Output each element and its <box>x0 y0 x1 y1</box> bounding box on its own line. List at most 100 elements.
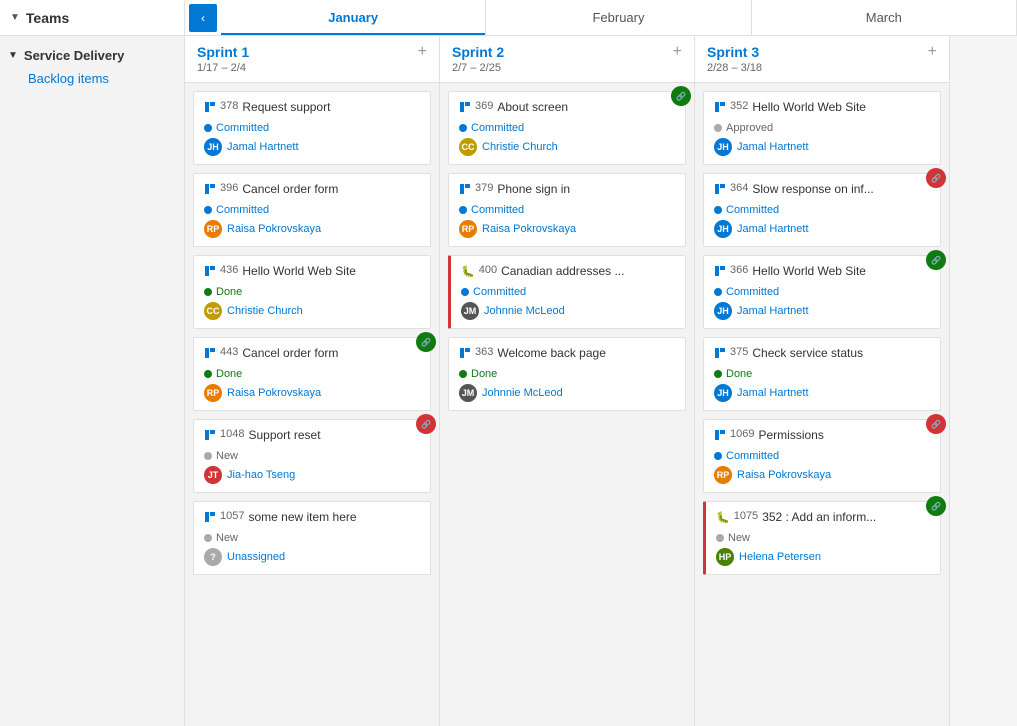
avatar: JH <box>714 220 732 238</box>
card-top: 378Request support <box>204 100 420 116</box>
card[interactable]: 🔗🐛1075352 : Add an inform...NewHPHelena … <box>703 501 941 575</box>
status-dot <box>204 206 212 214</box>
sprint-add-button-1[interactable]: + <box>418 44 427 60</box>
card[interactable]: 1057some new item hereNew?Unassigned <box>193 501 431 575</box>
avatar: CC <box>204 302 222 320</box>
expand-teams-icon: ▼ <box>10 12 20 23</box>
card-id: 443 <box>220 346 238 358</box>
card[interactable]: 🔗369About screenCommittedCCChristie Chur… <box>448 91 686 165</box>
avatar: JM <box>461 302 479 320</box>
card-top: 352Hello World Web Site <box>714 100 930 116</box>
avatar: RP <box>459 220 477 238</box>
assignee-name: Jia-hao Tseng <box>227 469 295 481</box>
card-id: 1075 <box>734 510 758 522</box>
status-label: Committed <box>726 450 779 462</box>
card[interactable]: 🔗443Cancel order formDoneRPRaisa Pokrovs… <box>193 337 431 411</box>
card-top: 369About screen <box>459 100 675 116</box>
card[interactable]: 🔗364Slow response on inf...CommittedJHJa… <box>703 173 941 247</box>
card[interactable]: 🔗1069PermissionsCommittedRPRaisa Pokrovs… <box>703 419 941 493</box>
card-status: New <box>716 532 930 544</box>
card-status: Committed <box>459 122 675 134</box>
card-id: 1069 <box>730 428 754 440</box>
assignee-name: Johnnie McLeod <box>484 305 565 317</box>
avatar: JT <box>204 466 222 484</box>
card-id: 375 <box>730 346 748 358</box>
prev-month-button[interactable]: ‹ <box>189 4 217 32</box>
status-dot <box>459 206 467 214</box>
card-id: 364 <box>730 182 748 194</box>
card[interactable]: 🐛400Canadian addresses ...CommittedJMJoh… <box>448 255 686 329</box>
story-icon <box>459 347 471 362</box>
link-badge: 🔗 <box>671 86 691 106</box>
card[interactable]: 436Hello World Web SiteDoneCCChristie Ch… <box>193 255 431 329</box>
story-icon <box>714 101 726 116</box>
status-dot <box>204 452 212 460</box>
card-id: 396 <box>220 182 238 194</box>
story-icon <box>714 347 726 362</box>
card-title: 352 : Add an inform... <box>762 510 876 526</box>
card-top: 363Welcome back page <box>459 346 675 362</box>
assignee-name: Raisa Pokrovskaya <box>482 223 576 235</box>
card-assignee: ?Unassigned <box>204 548 420 566</box>
assignee-name: Johnnie McLeod <box>482 387 563 399</box>
card[interactable]: 378Request supportCommittedJHJamal Hartn… <box>193 91 431 165</box>
card-assignee: CCChristie Church <box>459 138 675 156</box>
tab-march[interactable]: March <box>752 0 1017 35</box>
link-badge: 🔗 <box>926 414 946 434</box>
card-title: Slow response on inf... <box>752 182 873 198</box>
card[interactable]: 🔗366Hello World Web SiteCommittedJHJamal… <box>703 255 941 329</box>
tab-january[interactable]: January <box>221 0 486 35</box>
assignee-name: Christie Church <box>482 141 558 153</box>
link-badge: 🔗 <box>926 496 946 516</box>
avatar: RP <box>204 220 222 238</box>
card[interactable]: 396Cancel order formCommittedRPRaisa Pok… <box>193 173 431 247</box>
bug-icon: 🐛 <box>461 265 475 278</box>
link-badge: 🔗 <box>926 250 946 270</box>
sprints-container: Sprint 11/17 – 2/4+378Request supportCom… <box>185 36 1017 726</box>
assignee-name: Helena Petersen <box>739 551 821 563</box>
card-assignee: JHJamal Hartnett <box>714 384 930 402</box>
sprint-header-2: Sprint 22/7 – 2/25+ <box>440 36 694 83</box>
sprint-add-button-3[interactable]: + <box>928 44 937 60</box>
card[interactable]: 375Check service statusDoneJHJamal Hartn… <box>703 337 941 411</box>
card-id: 1048 <box>220 428 244 440</box>
card-title: Cancel order form <box>242 346 338 362</box>
card-id: 400 <box>479 264 497 276</box>
story-icon <box>714 183 726 198</box>
top-bar: ▼ Teams ‹ January February March <box>0 0 1017 36</box>
status-label: New <box>728 532 750 544</box>
card-assignee: JHJamal Hartnett <box>204 138 420 156</box>
avatar: JH <box>204 138 222 156</box>
sprint-header-3: Sprint 32/28 – 3/18+ <box>695 36 949 83</box>
card-status: Done <box>459 368 675 380</box>
sprint-add-button-2[interactable]: + <box>673 44 682 60</box>
status-label: New <box>216 532 238 544</box>
sprint-title-3[interactable]: Sprint 3 <box>707 44 762 60</box>
status-dot <box>204 534 212 542</box>
sidebar-item-backlog[interactable]: Backlog items <box>0 67 184 90</box>
assignee-name: Jamal Hartnett <box>737 305 809 317</box>
card-title: Hello World Web Site <box>242 264 356 280</box>
card[interactable]: 🔗1048Support resetNewJTJia-hao Tseng <box>193 419 431 493</box>
card-status: New <box>204 532 420 544</box>
sprint-title-1[interactable]: Sprint 1 <box>197 44 249 60</box>
card-assignee: RP Raisa Pokrovskaya <box>459 220 675 238</box>
card-assignee: RPRaisa Pokrovskaya <box>204 220 420 238</box>
card[interactable]: 363Welcome back pageDoneJMJohnnie McLeod <box>448 337 686 411</box>
sidebar-group-service-delivery[interactable]: ▼ Service Delivery <box>0 44 184 67</box>
card-status: Committed <box>204 204 420 216</box>
card-id: 378 <box>220 100 238 112</box>
status-label: Done <box>216 368 242 380</box>
card-status: Done <box>204 368 420 380</box>
sprint-title-2[interactable]: Sprint 2 <box>452 44 504 60</box>
status-dot <box>716 534 724 542</box>
card-top: 1048Support reset <box>204 428 420 444</box>
status-label: Done <box>216 286 242 298</box>
card-top: 364 Slow response on inf... <box>714 182 930 198</box>
board-area: Sprint 11/17 – 2/4+378Request supportCom… <box>185 36 1017 726</box>
card-assignee: JM Johnnie McLeod <box>461 302 675 320</box>
card[interactable]: 379Phone sign inCommittedRPRaisa Pokrovs… <box>448 173 686 247</box>
card[interactable]: 352Hello World Web SiteApprovedJHJamal H… <box>703 91 941 165</box>
tab-february[interactable]: February <box>486 0 751 35</box>
status-label: Committed <box>471 204 524 216</box>
